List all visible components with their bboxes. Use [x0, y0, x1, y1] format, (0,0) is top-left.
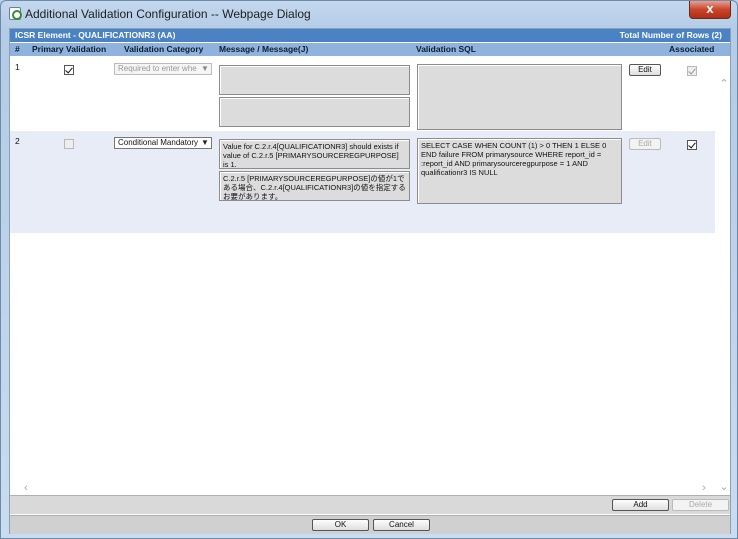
column-header-associated: Associated — [669, 44, 715, 54]
close-icon[interactable]: x — [689, 1, 731, 19]
validation-sql-textarea[interactable]: SELECT CASE WHEN COUNT (1) > 0 THEN 1 EL… — [417, 138, 622, 204]
delete-row-button[interactable]: Delete — [672, 499, 729, 511]
validation-category-value: Conditional Mandatory — [118, 138, 199, 147]
scroll-left-icon[interactable]: ‹ — [20, 482, 32, 494]
cancel-button[interactable]: Cancel — [373, 519, 430, 531]
dialog-content: ICSR Element - QUALIFICATIONR3 (AA) Tota… — [9, 28, 731, 534]
chevron-down-icon: ▼ — [201, 138, 209, 147]
edit-sql-button[interactable]: Edit — [629, 64, 661, 76]
chevron-down-icon: ▼ — [201, 64, 209, 73]
edit-sql-button[interactable]: Edit — [629, 138, 661, 150]
ok-button[interactable]: OK — [312, 519, 369, 531]
validation-grid: 1 Required to enter whe ▼ Edit 2 Conditi… — [10, 56, 730, 493]
horizontal-scrollbar[interactable]: ‹ › — [10, 482, 718, 494]
associated-checkbox[interactable] — [687, 140, 697, 150]
column-header-validation-category: Validation Category — [124, 44, 204, 54]
window-title: Additional Validation Configuration -- W… — [25, 7, 311, 21]
message-j-textarea[interactable] — [219, 97, 410, 127]
associated-checkbox[interactable] — [687, 66, 697, 76]
table-row: 1 Required to enter whe ▼ Edit — [10, 57, 715, 131]
total-rows-label: Total Number of Rows (2) — [619, 30, 722, 40]
validation-category-select[interactable]: Required to enter whe ▼ — [114, 63, 212, 75]
message-textarea[interactable] — [219, 65, 410, 95]
column-header-primary-validation: Primary Validation — [32, 44, 107, 54]
table-row: 2 Conditional Mandatory ▼ Value for C.2.… — [10, 131, 715, 233]
grid-footer-bar: Add Delete — [10, 495, 730, 514]
dialog-footer-bar: OK Cancel — [10, 515, 730, 534]
scroll-right-icon[interactable]: › — [698, 482, 710, 494]
element-header-bar: ICSR Element - QUALIFICATIONR3 (AA) Tota… — [10, 29, 730, 42]
message-textarea[interactable]: Value for C.2.r.4[QUALIFICATIONR3] shoul… — [219, 139, 410, 169]
message-j-textarea[interactable]: C.2.r.5 [PRIMARYSOURCEREGPURPOSE]の値が1である… — [219, 171, 410, 201]
ie-page-icon — [9, 7, 22, 20]
row-number: 1 — [15, 62, 20, 72]
scroll-down-icon[interactable]: ⌄ — [718, 481, 730, 493]
primary-validation-checkbox[interactable] — [64, 65, 74, 75]
validation-sql-textarea[interactable] — [417, 64, 622, 130]
column-header-row: # Primary Validation Validation Category… — [10, 43, 730, 56]
icsr-element-label: ICSR Element - QUALIFICATIONR3 (AA) — [15, 30, 176, 40]
title-bar[interactable]: Additional Validation Configuration -- W… — [1, 1, 737, 27]
column-header-validation-sql: Validation SQL — [416, 44, 476, 54]
vertical-scrollbar[interactable]: ⌃ ⌄ — [718, 56, 730, 493]
validation-category-select[interactable]: Conditional Mandatory ▼ — [114, 137, 212, 149]
scroll-up-icon[interactable]: ⌃ — [718, 78, 730, 90]
add-row-button[interactable]: Add — [612, 499, 669, 511]
column-header-message: Message / Message(J) — [219, 44, 309, 54]
row-number: 2 — [15, 136, 20, 146]
column-header-num: # — [15, 44, 20, 54]
primary-validation-checkbox[interactable] — [64, 139, 74, 149]
validation-category-value: Required to enter whe — [118, 64, 197, 73]
dialog-window: Additional Validation Configuration -- W… — [0, 0, 738, 539]
